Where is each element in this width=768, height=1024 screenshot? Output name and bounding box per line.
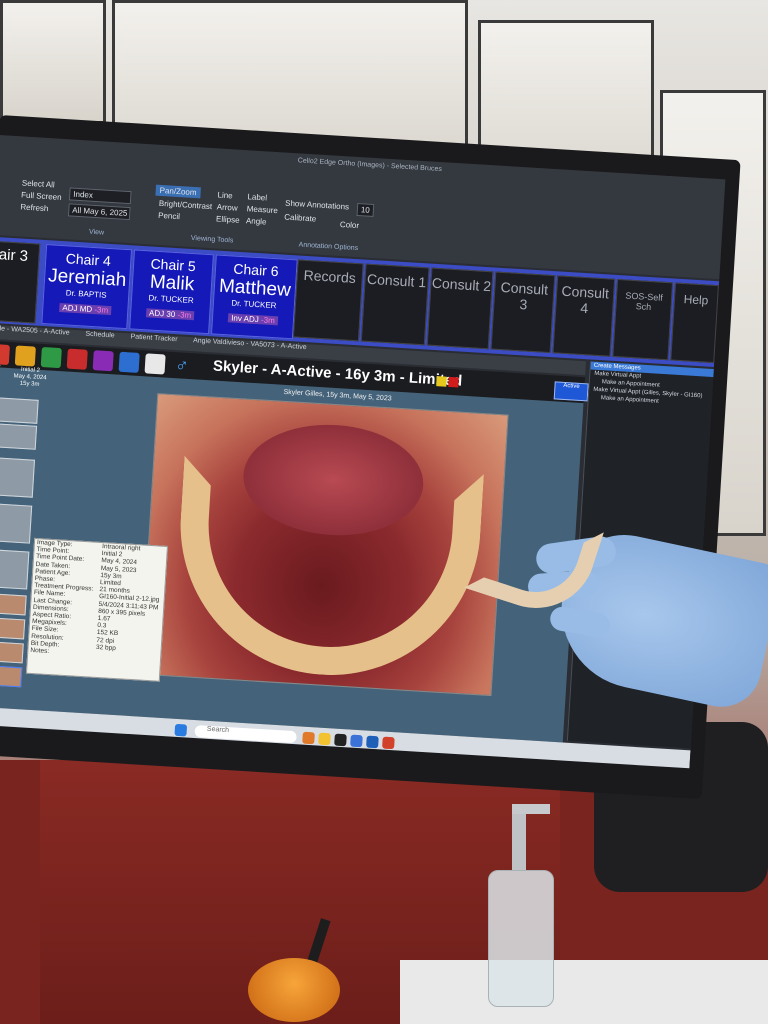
angle-tool[interactable]: Angle	[246, 216, 267, 226]
status-yellow	[436, 376, 447, 387]
font-size-select[interactable]: 10	[356, 202, 375, 217]
appt-badge: ADJ MD -3m	[59, 302, 112, 316]
open-tab[interactable]: Patient Tracker	[130, 333, 177, 343]
document-icon[interactable]	[40, 346, 62, 369]
appt-type: ADJ MD	[62, 303, 93, 314]
thumbnail[interactable]	[0, 549, 30, 590]
select-all-button[interactable]: Select All	[22, 178, 55, 189]
thumbnail[interactable]	[0, 457, 36, 498]
window-title: Cello2 Edge Ortho (Images) - Selected Br…	[297, 157, 443, 174]
app-icon[interactable]	[382, 736, 395, 750]
dispenser-head	[512, 804, 550, 814]
thumbnail-selected[interactable]	[0, 664, 23, 688]
tab-sos-self-sch[interactable]: SOS-Self Sch	[612, 278, 674, 361]
line-tool[interactable]: Line	[217, 190, 233, 200]
chair-card-4[interactable]: Chair 4 Jeremiah Dr. BAPTIS ADJ MD -3m	[41, 244, 133, 330]
viewing-tools-label: Viewing Tools	[190, 234, 234, 245]
active-button[interactable]: Active	[553, 381, 589, 402]
record-icon[interactable]	[66, 348, 88, 370]
appt-type: Inv ADJ	[230, 313, 260, 325]
search-input[interactable]: Search	[194, 725, 297, 744]
chair-label: air 3	[0, 246, 29, 265]
tab-consult-2[interactable]: Consult 2	[426, 267, 494, 350]
image-info-popup: Image Type: Intraoral right Time Point: In…	[25, 537, 168, 682]
dispenser-bottle	[488, 870, 554, 1007]
calibrate-button[interactable]: Calibrate	[284, 213, 317, 224]
appt-duration: -3m	[260, 315, 276, 326]
tab-records[interactable]: Records	[292, 259, 364, 342]
dispenser-pump	[512, 808, 526, 870]
annotation-options-label: Annotation Options	[298, 241, 359, 253]
pencil-button[interactable]: Pencil	[158, 211, 180, 221]
thumbnail[interactable]	[0, 503, 33, 544]
open-tab[interactable]: Schedule	[85, 331, 115, 340]
file-explorer-icon[interactable]	[318, 732, 331, 746]
appt-duration: -3m	[94, 305, 109, 315]
window-pane	[0, 0, 106, 124]
status-red	[448, 376, 459, 388]
thumbnail[interactable]	[0, 592, 27, 616]
chair-card-6[interactable]: Chair 6 Matthew Dr. TUCKER Inv ADJ -3m	[211, 254, 298, 340]
tab-consult-3[interactable]: Consult 3	[490, 271, 556, 354]
male-icon: ♂	[174, 355, 190, 376]
windows-start-icon[interactable]	[174, 723, 188, 737]
index-select[interactable]: Index	[68, 187, 132, 205]
thumbnail[interactable]	[0, 616, 26, 640]
aligner-shape	[464, 496, 604, 624]
pdf-icon[interactable]	[0, 343, 10, 366]
app-icon[interactable]	[366, 735, 379, 749]
bright-contrast-button[interactable]: Bright/Contrast	[159, 199, 213, 211]
lamp-shield	[248, 958, 340, 1022]
appt-badge: Inv ADJ -3m	[227, 313, 279, 326]
chair-card-3[interactable]: air 3	[0, 240, 41, 324]
timepoint-name: Initial 2	[20, 366, 41, 374]
app-icon[interactable]	[334, 733, 347, 747]
tab-consult-4[interactable]: Consult 4	[552, 275, 616, 357]
curing-lamp	[248, 918, 344, 1024]
view-group-label: View	[88, 228, 105, 237]
ellipse-tool[interactable]: Ellipse	[216, 214, 240, 224]
dental-arch	[171, 455, 484, 684]
app-icon[interactable]	[302, 731, 315, 745]
clear-aligner	[464, 496, 604, 624]
chair-card-5[interactable]: Chair 5 Malik Dr. TUCKER ADJ 30 -3m	[129, 249, 214, 335]
share-icon[interactable]	[92, 350, 114, 372]
image-info-table: Image Type: Intraoral right Time Point: In…	[28, 539, 167, 662]
money-icon[interactable]	[118, 351, 140, 373]
camera-icon[interactable]	[144, 353, 166, 375]
arrow-tool[interactable]: Arrow	[217, 202, 238, 212]
thumbnail[interactable]	[0, 640, 24, 664]
appt-badge: ADJ 30 -3m	[145, 308, 195, 321]
shelf	[400, 960, 768, 1024]
thumbnail[interactable]	[0, 423, 38, 450]
label-tool[interactable]: Label	[247, 192, 267, 202]
full-screen-button[interactable]: Full Screen	[21, 190, 62, 201]
show-annotations-toggle[interactable]: Show Annotations	[285, 199, 349, 212]
color-picker[interactable]: Color	[340, 220, 360, 230]
tab-consult-1[interactable]: Consult 1	[360, 263, 430, 346]
appt-duration: -3m	[177, 310, 192, 321]
appt-type: ADJ 30	[148, 308, 176, 320]
thumbnail[interactable]	[0, 397, 39, 424]
refresh-button[interactable]: Refresh	[20, 202, 49, 213]
measure-tool[interactable]: Measure	[246, 204, 278, 215]
intraoral-photo[interactable]	[140, 393, 509, 697]
tab-help[interactable]: Help	[670, 282, 719, 364]
folder-icon[interactable]	[14, 345, 36, 367]
app-icon[interactable]	[350, 734, 363, 748]
pan-zoom-button[interactable]: Pan/Zoom	[155, 184, 201, 199]
date-select[interactable]: All May 6, 2025	[67, 203, 131, 221]
soap-dispenser	[484, 800, 556, 1010]
